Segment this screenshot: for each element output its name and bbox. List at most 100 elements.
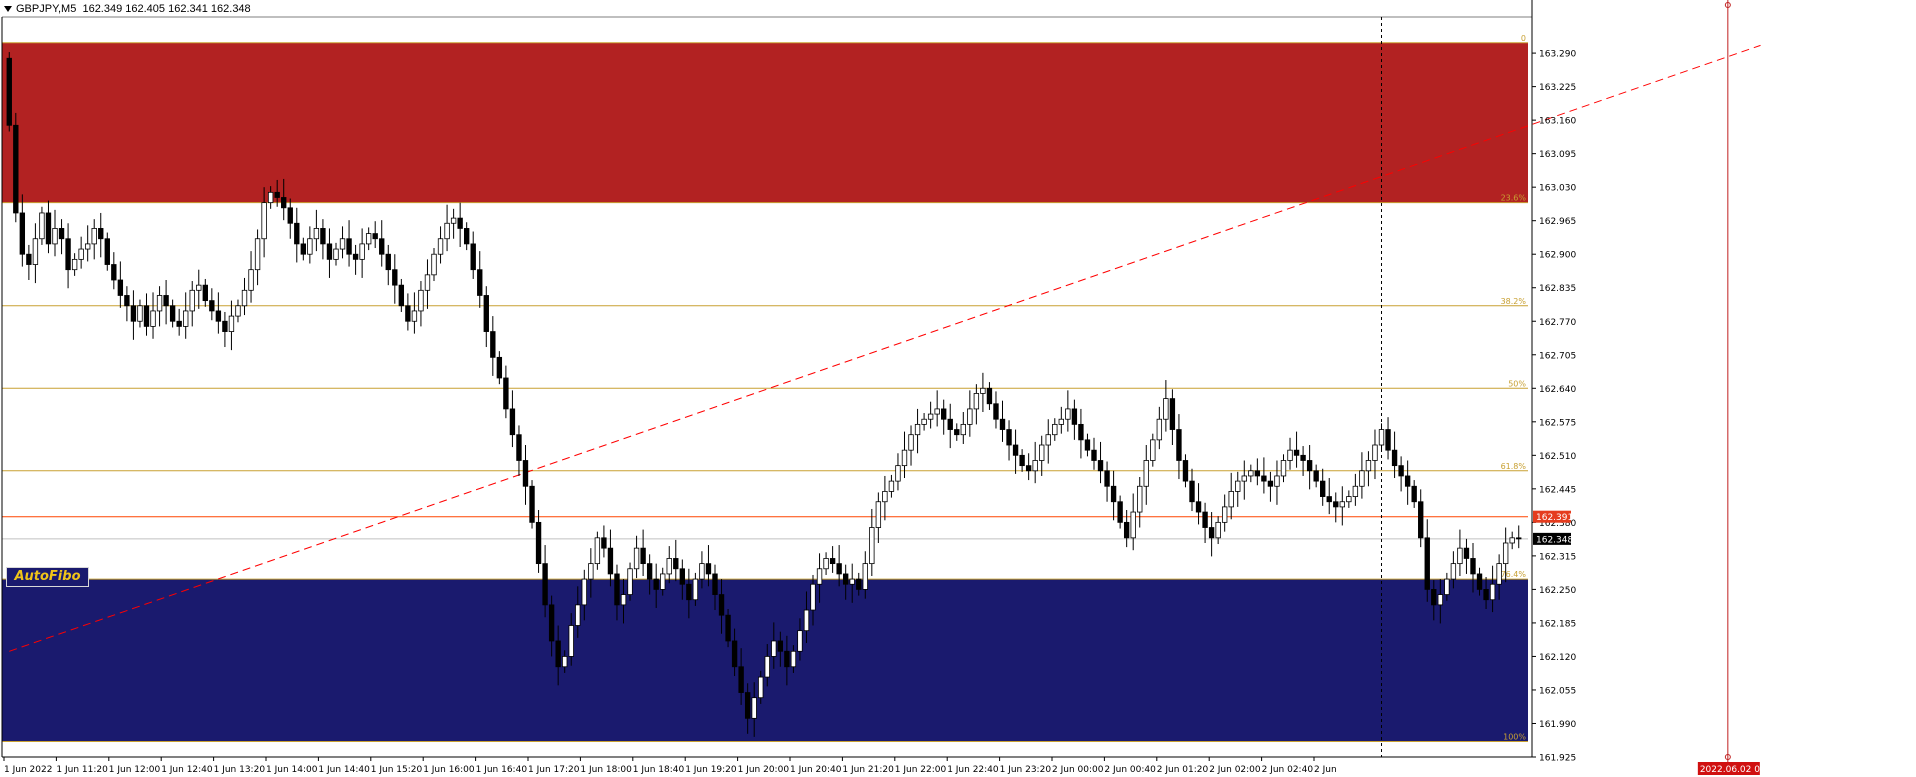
y-tick-label: 162.510 <box>1539 452 1576 462</box>
candle-body <box>490 331 496 358</box>
candle-body <box>58 228 65 240</box>
candle-body <box>509 408 516 436</box>
candle-body <box>1404 475 1411 487</box>
autofibo-badge[interactable]: AutoFibo <box>6 567 89 587</box>
candle-body <box>196 284 202 291</box>
candle-body <box>522 460 529 487</box>
candle-body <box>1293 449 1300 456</box>
candle-body <box>1065 408 1071 420</box>
candle-body <box>431 253 437 276</box>
candle-body <box>823 558 829 570</box>
candle-body <box>169 305 176 322</box>
y-tick-label: 162.185 <box>1539 619 1576 629</box>
candle-body <box>1398 465 1404 477</box>
candle-body <box>1182 460 1189 482</box>
candle-body <box>686 583 692 601</box>
candle-body <box>248 269 254 291</box>
candle-body <box>1215 521 1221 539</box>
x-tick-label: 1 Jun 2022 <box>4 765 52 775</box>
candle-body <box>1032 460 1038 472</box>
candle-body <box>888 480 895 492</box>
candle-body <box>405 305 411 322</box>
candle-body <box>960 423 966 436</box>
candle-body <box>352 253 359 260</box>
candle-body <box>1254 470 1261 477</box>
candle-body <box>457 217 463 229</box>
candle-body <box>1221 506 1228 523</box>
y-tick-label: 162.575 <box>1539 418 1576 428</box>
candle-body <box>718 594 725 616</box>
candle-body <box>411 310 418 322</box>
candle-body <box>1235 480 1241 492</box>
candle-body <box>202 284 208 302</box>
candle-body <box>228 315 235 332</box>
candle-body <box>575 604 581 626</box>
candle-body <box>1195 501 1202 513</box>
candle-body <box>862 563 868 590</box>
candle-body <box>444 222 450 240</box>
candle-body <box>921 418 927 425</box>
y-tick-label: 163.225 <box>1539 83 1576 93</box>
fibo-level-label: 100% <box>1503 733 1526 742</box>
candle-body <box>1339 501 1345 508</box>
x-tick-label: 1 Jun 14:00 <box>266 765 318 775</box>
x-tick-label: 2 Jun <box>1314 765 1337 775</box>
candle-body <box>1418 501 1424 539</box>
candle-body <box>1078 423 1084 441</box>
candle-body <box>542 563 548 606</box>
y-tick-label: 162.315 <box>1539 552 1576 562</box>
candle-body <box>548 604 555 642</box>
candle-body <box>71 258 78 271</box>
candle-body <box>1039 444 1045 461</box>
candle-body <box>1084 439 1091 451</box>
candle-body <box>1313 470 1319 482</box>
candle-body <box>581 578 587 606</box>
candle-body <box>78 248 84 260</box>
candle-body <box>1372 444 1378 461</box>
candle-body <box>463 228 470 245</box>
candle-body <box>1424 537 1430 590</box>
candle-body <box>437 238 444 255</box>
x-tick-label: 1 Jun 23:20 <box>1000 765 1052 775</box>
candle-body <box>516 434 522 461</box>
candle-body <box>640 547 646 565</box>
candle-body <box>562 656 568 668</box>
candle-body <box>660 573 666 590</box>
x-tick-label: 1 Jun 21:20 <box>842 765 894 775</box>
x-tick-label: 1 Jun 13:20 <box>214 765 266 775</box>
candle-body <box>1509 537 1515 544</box>
candle-body <box>705 563 712 575</box>
candle-body <box>261 202 267 240</box>
candle-body <box>1457 547 1463 565</box>
candle-body <box>627 568 633 595</box>
x-tick-label: 1 Jun 20:00 <box>738 765 790 775</box>
price-chart[interactable]: 0 23.6% 38.2% 50% 61.8% 76.4% 100% 163.290 163.2… <box>0 0 1916 777</box>
candle-body <box>156 295 163 312</box>
candle-body <box>287 207 293 224</box>
candle-body <box>1169 398 1176 430</box>
candle-body <box>1385 429 1391 451</box>
candle-body <box>372 233 378 240</box>
candle-body <box>1352 485 1359 497</box>
y-tick-label: 162.770 <box>1539 318 1576 328</box>
candle-body <box>424 274 431 291</box>
candle-body <box>1097 460 1104 472</box>
candle-body <box>294 222 300 245</box>
candle-body <box>1411 485 1417 503</box>
candle-body <box>816 568 823 585</box>
candle-body <box>1071 408 1078 425</box>
candle-body <box>869 527 875 565</box>
x-tick-label: 1 Jun 20:40 <box>790 765 842 775</box>
candle-body <box>398 284 405 307</box>
candle-body <box>183 310 189 327</box>
candle-body <box>254 238 261 271</box>
candle-body <box>1391 449 1398 467</box>
candle-body <box>646 563 653 580</box>
candle-body <box>1123 521 1130 539</box>
fibo-level-label: 38.2% <box>1501 297 1527 306</box>
candle-body <box>777 640 784 652</box>
candle-body <box>1326 496 1332 503</box>
y-tick-label: 161.925 <box>1539 754 1576 764</box>
candle-body <box>1052 423 1058 436</box>
candle-body <box>797 630 803 652</box>
